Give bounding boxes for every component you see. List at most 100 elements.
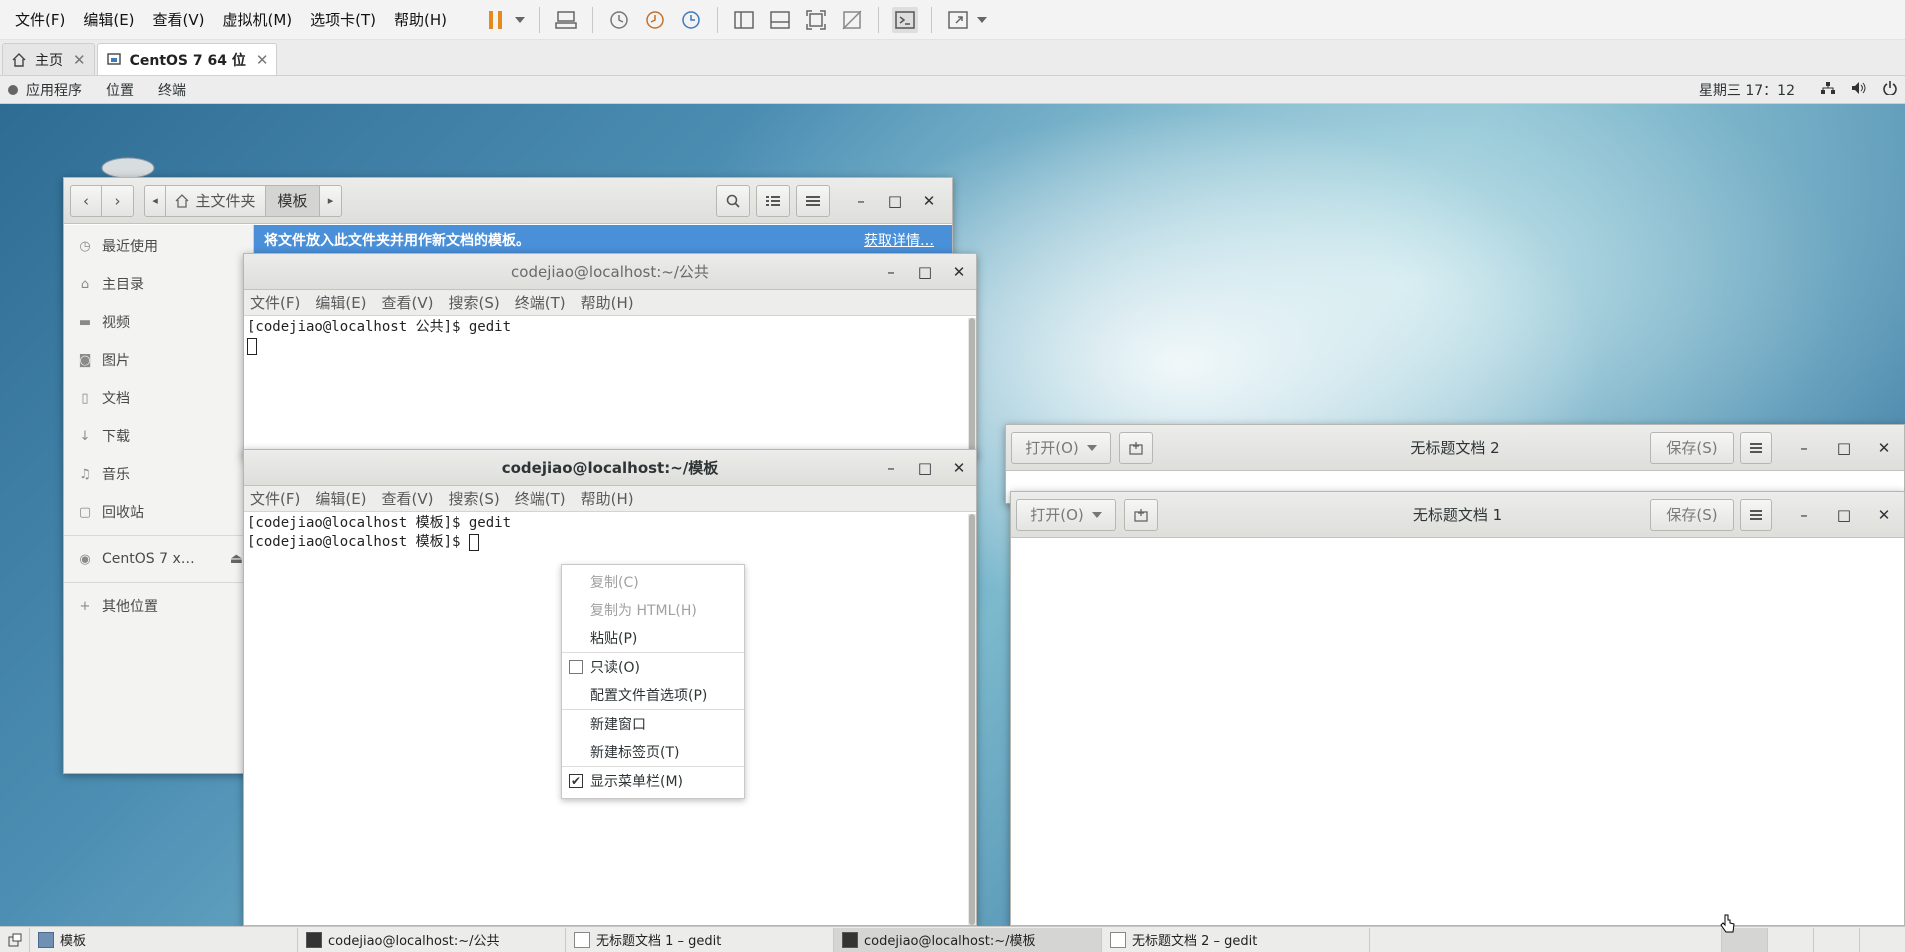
dropdown-arrow-icon[interactable]: [976, 7, 988, 33]
readonly-checkbox[interactable]: [569, 660, 583, 674]
maximize-button[interactable]: □: [1824, 439, 1864, 457]
view-options-button[interactable]: [756, 184, 790, 217]
term-menu-file[interactable]: 文件(F): [250, 488, 300, 509]
sidebar-item-trash[interactable]: ▢ 回收站: [64, 493, 253, 531]
forward-button[interactable]: ›: [102, 184, 134, 217]
unity-view-icon[interactable]: [839, 7, 865, 33]
scrollbar[interactable]: [968, 318, 976, 458]
minimize-button[interactable]: –: [844, 192, 878, 210]
menu-item-profile-preferences[interactable]: 配置文件首选项(P): [562, 681, 744, 709]
term-menu-view[interactable]: 查看(V): [382, 488, 434, 509]
terminal-output[interactable]: [codejiao@localhost 模板]$ gedit [codejiao@…: [244, 512, 976, 552]
sidebar-item-other-locations[interactable]: + 其他位置: [64, 587, 253, 625]
send-keys-icon[interactable]: [553, 7, 579, 33]
show-desktop-icon[interactable]: [0, 927, 30, 952]
tab-centos[interactable]: CentOS 7 64 位 ✕: [96, 43, 278, 75]
places-menu[interactable]: 位置: [106, 80, 134, 100]
open-button[interactable]: 打开(O): [1016, 498, 1116, 531]
sidebar-item-home[interactable]: ⌂ 主目录: [64, 265, 253, 303]
sidebar-item-centos-disc[interactable]: ◉ CentOS 7 x… ⏏: [64, 540, 253, 578]
network-icon[interactable]: [1821, 81, 1835, 99]
gedit-text-area[interactable]: [1011, 539, 1904, 925]
task-terminal-templates[interactable]: codejiao@localhost:~/模板: [834, 927, 1102, 952]
eject-icon[interactable]: ⏏: [230, 551, 243, 567]
show-menubar-checkbox[interactable]: ✔: [569, 774, 583, 788]
path-left-arrow[interactable]: ◂: [144, 184, 166, 217]
term-menu-edit[interactable]: 编辑(E): [315, 292, 366, 313]
close-button[interactable]: ✕: [1864, 506, 1904, 524]
menu-item-readonly[interactable]: 只读(O): [562, 653, 744, 681]
term-menu-view[interactable]: 查看(V): [382, 292, 434, 313]
term-menu-search[interactable]: 搜索(S): [449, 488, 500, 509]
thumbnail-view-icon[interactable]: [767, 7, 793, 33]
sidebar-item-documents[interactable]: ▯ 文档: [64, 379, 253, 417]
close-icon[interactable]: ✕: [73, 51, 86, 69]
workspace-4[interactable]: [1859, 927, 1905, 952]
maximize-button[interactable]: □: [908, 459, 942, 477]
task-gedit-1[interactable]: 无标题文档 1 – gedit: [566, 927, 834, 952]
vm-menu-help[interactable]: 帮助(H): [394, 9, 447, 30]
vm-menu-view[interactable]: 查看(V): [153, 9, 205, 30]
clock[interactable]: 星期三 17：12: [1699, 80, 1795, 100]
menu-item-new-tab[interactable]: 新建标签页(T): [562, 738, 744, 766]
stretch-view-icon[interactable]: [945, 7, 971, 33]
vm-menu-edit[interactable]: 编辑(E): [83, 9, 134, 30]
vm-menu-tabs[interactable]: 选项卡(T): [310, 9, 376, 30]
terminal-output[interactable]: [codejiao@localhost 公共]$ gedit: [244, 316, 976, 356]
power-icon[interactable]: [1883, 80, 1897, 99]
vm-menu-vm[interactable]: 虚拟机(M): [223, 9, 293, 30]
maximize-button[interactable]: □: [1824, 506, 1864, 524]
minimize-button[interactable]: –: [1784, 439, 1824, 457]
minimize-button[interactable]: –: [874, 263, 908, 281]
sidebar-item-downloads[interactable]: ↓ 下载: [64, 417, 253, 455]
back-button[interactable]: ‹: [70, 184, 102, 217]
new-tab-button[interactable]: [1124, 498, 1158, 531]
minimize-button[interactable]: –: [874, 459, 908, 477]
menu-button[interactable]: [1740, 498, 1772, 531]
menu-button[interactable]: [796, 184, 830, 217]
snapshot-icon[interactable]: [606, 7, 632, 33]
menu-item-paste[interactable]: 粘贴(P): [562, 624, 744, 652]
path-current-button[interactable]: 模板: [266, 184, 320, 217]
close-button[interactable]: ✕: [942, 263, 976, 281]
snapshot-manager-icon[interactable]: [678, 7, 704, 33]
term-menu-terminal[interactable]: 终端(T): [515, 488, 566, 509]
close-icon[interactable]: ✕: [256, 51, 269, 69]
menu-button[interactable]: [1740, 431, 1772, 464]
console-view-icon[interactable]: [892, 6, 919, 33]
menu-item-copy-html[interactable]: 复制为 HTML(H): [562, 596, 744, 624]
term-menu-help[interactable]: 帮助(H): [581, 488, 634, 509]
applications-menu[interactable]: 应用程序: [26, 80, 82, 100]
maximize-button[interactable]: □: [908, 263, 942, 281]
close-button[interactable]: ✕: [912, 192, 946, 210]
revert-snapshot-icon[interactable]: [642, 7, 668, 33]
menu-item-copy[interactable]: 复制(C): [562, 568, 744, 596]
vm-menu-file[interactable]: 文件(F): [15, 9, 65, 30]
pause-icon[interactable]: [483, 7, 509, 33]
sidebar-item-recent[interactable]: ◷ 最近使用: [64, 227, 253, 265]
volume-icon[interactable]: [1851, 81, 1867, 99]
term-menu-terminal[interactable]: 终端(T): [515, 292, 566, 313]
save-button[interactable]: 保存(S): [1650, 431, 1734, 464]
open-button[interactable]: 打开(O): [1011, 431, 1111, 464]
task-file-manager[interactable]: 模板: [30, 927, 298, 952]
dropdown-arrow-icon[interactable]: [514, 7, 526, 33]
term-menu-file[interactable]: 文件(F): [250, 292, 300, 313]
save-button[interactable]: 保存(S): [1650, 498, 1734, 531]
sidebar-view-icon[interactable]: [731, 7, 757, 33]
sidebar-item-pictures[interactable]: ◙ 图片: [64, 341, 253, 379]
close-button[interactable]: ✕: [942, 459, 976, 477]
task-terminal-public[interactable]: codejiao@localhost:~/公共: [298, 927, 566, 952]
path-right-arrow[interactable]: ▸: [320, 184, 342, 217]
menu-item-show-menubar[interactable]: ✔ 显示菜单栏(M): [562, 767, 744, 795]
workspace-2[interactable]: [1767, 927, 1813, 952]
new-tab-button[interactable]: [1119, 431, 1153, 464]
sidebar-item-videos[interactable]: ▬ 视频: [64, 303, 253, 341]
term-menu-help[interactable]: 帮助(H): [581, 292, 634, 313]
sidebar-item-music[interactable]: ♫ 音乐: [64, 455, 253, 493]
workspace-3[interactable]: [1813, 927, 1859, 952]
search-button[interactable]: [716, 184, 750, 217]
close-button[interactable]: ✕: [1864, 439, 1904, 457]
scrollbar[interactable]: [968, 514, 976, 925]
banner-learn-more-link[interactable]: 获取详情…: [864, 230, 934, 250]
